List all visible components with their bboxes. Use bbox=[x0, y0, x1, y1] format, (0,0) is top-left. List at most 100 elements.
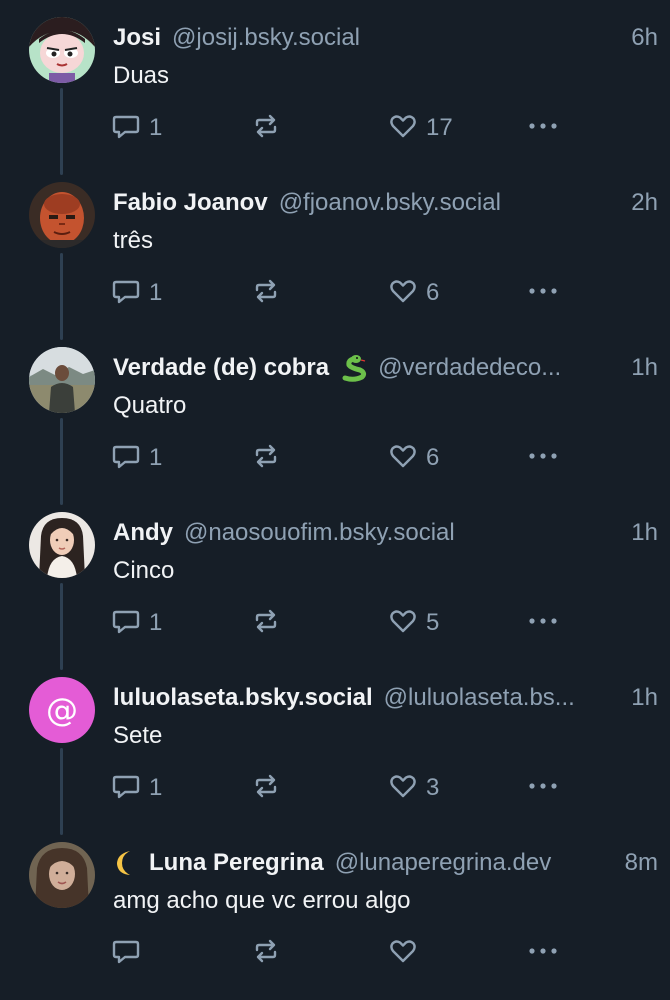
author-handle[interactable]: @josij.bsky.social bbox=[172, 24, 617, 52]
more-options-icon bbox=[526, 441, 560, 476]
author-handle[interactable]: @lunaperegrina.dev bbox=[335, 849, 611, 877]
more-options-icon bbox=[526, 936, 560, 971]
post-text: Cinco bbox=[113, 557, 175, 584]
repost-icon bbox=[251, 111, 281, 146]
like-icon bbox=[388, 936, 418, 971]
more-options-button[interactable] bbox=[526, 438, 560, 478]
post-header: Fabio Joanov @fjoanov.bsky.social 2h bbox=[113, 185, 658, 221]
post-text: três bbox=[113, 227, 154, 254]
post-actions: 1 3 bbox=[0, 768, 670, 808]
repost-icon bbox=[251, 771, 281, 806]
post-timestamp[interactable]: 2h bbox=[631, 189, 658, 217]
more-options-button[interactable] bbox=[526, 933, 560, 973]
reply-button[interactable]: 1 bbox=[111, 768, 162, 808]
reply-icon bbox=[111, 276, 141, 311]
more-options-icon bbox=[526, 276, 560, 311]
repost-button[interactable] bbox=[251, 273, 281, 313]
post-actions: 1 5 bbox=[0, 603, 670, 643]
like-icon bbox=[388, 441, 418, 476]
post-actions: 1 17 bbox=[0, 108, 670, 148]
avatar[interactable] bbox=[29, 347, 95, 413]
repost-icon bbox=[251, 441, 281, 476]
like-button[interactable] bbox=[388, 933, 426, 973]
author-display-name[interactable]: Andy bbox=[113, 519, 173, 547]
author-display-name[interactable]: luluolaseta.bsky.social bbox=[113, 684, 373, 712]
more-options-button[interactable] bbox=[526, 603, 560, 643]
post-actions: 1 6 bbox=[0, 273, 670, 313]
post-luluolaseta[interactable]: @ luluolaseta.bsky.social @luluolaseta.b… bbox=[0, 660, 670, 835]
repost-button[interactable] bbox=[251, 108, 281, 148]
author-display-name[interactable]: Luna Peregrina bbox=[149, 849, 324, 877]
like-icon bbox=[388, 771, 418, 806]
avatar[interactable]: @ bbox=[29, 677, 95, 743]
like-icon bbox=[388, 276, 418, 311]
like-button[interactable]: 6 bbox=[388, 438, 439, 478]
post-luna-peregrina[interactable]: Luna Peregrina @lunaperegrina.dev 8m amg… bbox=[0, 825, 670, 990]
reply-icon bbox=[111, 441, 141, 476]
post-timestamp[interactable]: 1h bbox=[631, 684, 658, 712]
post-timestamp[interactable]: 6h bbox=[631, 24, 658, 52]
more-options-icon bbox=[526, 111, 560, 146]
post-timestamp[interactable]: 8m bbox=[625, 849, 658, 877]
post-verdade-de-cobra[interactable]: Verdade (de) cobra @verdadedeco... 1h Qu… bbox=[0, 330, 670, 505]
avatar[interactable] bbox=[29, 512, 95, 578]
repost-button[interactable] bbox=[251, 438, 281, 478]
reply-icon bbox=[111, 606, 141, 641]
reply-count: 1 bbox=[149, 279, 163, 306]
repost-button[interactable] bbox=[251, 933, 281, 973]
author-display-name[interactable]: Verdade (de) cobra bbox=[113, 354, 329, 382]
more-options-button[interactable] bbox=[526, 273, 560, 313]
post-header: Luna Peregrina @lunaperegrina.dev 8m bbox=[113, 845, 658, 881]
more-options-button[interactable] bbox=[526, 108, 560, 148]
author-handle[interactable]: @fjoanov.bsky.social bbox=[279, 189, 618, 217]
like-button[interactable]: 3 bbox=[388, 768, 439, 808]
repost-button[interactable] bbox=[251, 603, 281, 643]
post-thread: Josi @josij.bsky.social 6h Duas 1 17 Fab… bbox=[0, 0, 670, 1000]
more-options-button[interactable] bbox=[526, 768, 560, 808]
author-display-name[interactable]: Fabio Joanov bbox=[113, 189, 268, 217]
reply-icon bbox=[111, 771, 141, 806]
more-options-icon bbox=[526, 606, 560, 641]
post-actions bbox=[0, 933, 670, 973]
reply-button[interactable]: 1 bbox=[111, 438, 162, 478]
avatar[interactable] bbox=[29, 182, 95, 248]
post-josi[interactable]: Josi @josij.bsky.social 6h Duas 1 17 bbox=[0, 0, 670, 175]
avatar[interactable] bbox=[29, 17, 95, 83]
like-count: 5 bbox=[426, 609, 440, 636]
avatar[interactable] bbox=[29, 842, 95, 908]
like-count: 3 bbox=[426, 774, 440, 801]
at-sign-avatar-glyph: @ bbox=[46, 691, 78, 729]
post-header: luluolaseta.bsky.social @luluolaseta.bs.… bbox=[113, 680, 658, 716]
post-actions: 1 6 bbox=[0, 438, 670, 478]
author-handle[interactable]: @verdadedeco... bbox=[378, 354, 617, 382]
reply-button[interactable]: 1 bbox=[111, 273, 162, 313]
repost-icon bbox=[251, 276, 281, 311]
post-fabio-joanov[interactable]: Fabio Joanov @fjoanov.bsky.social 2h trê… bbox=[0, 165, 670, 340]
like-button[interactable]: 6 bbox=[388, 273, 439, 313]
reply-count: 1 bbox=[149, 114, 163, 141]
post-text: Duas bbox=[113, 62, 170, 89]
author-handle[interactable]: @luluolaseta.bs... bbox=[384, 684, 618, 712]
like-icon bbox=[388, 606, 418, 641]
post-text: amg acho que vc errou algo bbox=[113, 887, 411, 914]
repost-button[interactable] bbox=[251, 768, 281, 808]
reply-icon bbox=[111, 111, 141, 146]
like-button[interactable]: 17 bbox=[388, 108, 453, 148]
like-count: 6 bbox=[426, 444, 440, 471]
author-handle[interactable]: @naosouofim.bsky.social bbox=[184, 519, 617, 547]
post-header: Verdade (de) cobra @verdadedeco... 1h bbox=[113, 350, 658, 386]
reply-button[interactable]: 1 bbox=[111, 603, 162, 643]
reply-button[interactable] bbox=[111, 933, 149, 973]
like-button[interactable]: 5 bbox=[388, 603, 439, 643]
post-timestamp[interactable]: 1h bbox=[631, 354, 658, 382]
post-text: Quatro bbox=[113, 392, 187, 419]
author-display-name[interactable]: Josi bbox=[113, 24, 161, 52]
post-andy[interactable]: Andy @naosouofim.bsky.social 1h Cinco 1 bbox=[0, 495, 670, 670]
post-timestamp[interactable]: 1h bbox=[631, 519, 658, 547]
post-header: Josi @josij.bsky.social 6h bbox=[113, 20, 658, 56]
repost-icon bbox=[251, 606, 281, 641]
snake-emoji bbox=[341, 354, 367, 382]
reply-button[interactable]: 1 bbox=[111, 108, 162, 148]
more-options-icon bbox=[526, 771, 560, 806]
reply-count: 1 bbox=[149, 774, 163, 801]
